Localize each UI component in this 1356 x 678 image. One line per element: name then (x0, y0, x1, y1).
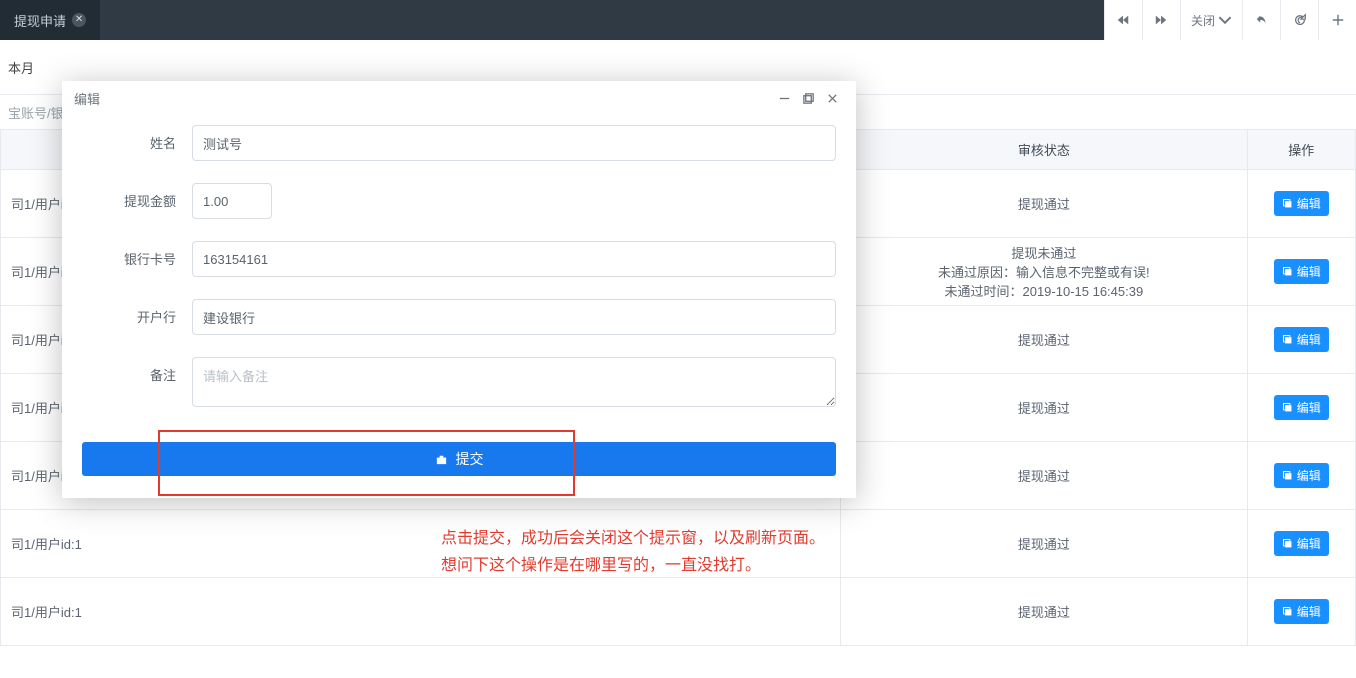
submit-button[interactable]: 提交 (82, 442, 836, 476)
rewind-icon[interactable] (1104, 0, 1142, 40)
cell-op: 编辑 (1247, 238, 1355, 306)
cell-op: 编辑 (1247, 306, 1355, 374)
copy-icon (1282, 198, 1293, 209)
col-header-status: 审核状态 (841, 130, 1248, 170)
copy-icon (1282, 266, 1293, 277)
copy-icon (1282, 402, 1293, 413)
edit-button[interactable]: 编辑 (1274, 259, 1329, 284)
label-remark: 备注 (82, 357, 192, 384)
cell-op: 编辑 (1247, 442, 1355, 510)
label-name: 姓名 (82, 125, 192, 152)
cell-status: 提现通过 (841, 578, 1248, 646)
copy-icon (1282, 470, 1293, 481)
undo-icon[interactable] (1242, 0, 1280, 40)
cell-op: 编辑 (1247, 374, 1355, 442)
table-row: 司1/用户id:1提现通过 编辑 (1, 578, 1356, 646)
input-name[interactable] (192, 125, 836, 161)
maximize-icon[interactable] (796, 86, 820, 110)
close-dropdown-label: 关闭 (1191, 12, 1215, 29)
cell-status: 提现通过 (841, 306, 1248, 374)
modal-title: 编辑 (74, 89, 772, 108)
modal-header[interactable]: 编辑 (62, 81, 856, 115)
cell-op: 编辑 (1247, 510, 1355, 578)
input-amount[interactable] (192, 183, 272, 219)
annotation-line2: 想问下这个操作是在哪里写的，一直没找打。 (441, 552, 825, 579)
edit-button[interactable]: 编辑 (1274, 327, 1329, 352)
cell-status: 提现通过 (841, 510, 1248, 578)
copy-icon (1282, 334, 1293, 345)
cell-status: 提现通过 (841, 374, 1248, 442)
copy-icon (1282, 606, 1293, 617)
cell-op: 编辑 (1247, 578, 1355, 646)
cell-info: 司1/用户id:1 (1, 578, 841, 646)
active-tab[interactable]: 提现申请 ✕ (0, 0, 100, 40)
input-card[interactable] (192, 241, 836, 277)
edit-button[interactable]: 编辑 (1274, 191, 1329, 216)
close-tab-icon[interactable]: ✕ (72, 13, 86, 27)
edit-modal: 编辑 姓名 提现金额 银行卡号 开户行 备注 (62, 81, 856, 498)
refresh-icon[interactable] (1280, 0, 1318, 40)
input-remark[interactable] (192, 357, 836, 407)
briefcase-icon (435, 453, 448, 466)
label-amount: 提现金额 (82, 183, 192, 210)
edit-button[interactable]: 编辑 (1274, 395, 1329, 420)
close-dropdown[interactable]: 关闭 (1180, 0, 1242, 40)
cell-status: 提现未通过未通过原因：输入信息不完整或有误!未通过时间：2019-10-15 1… (841, 238, 1248, 306)
label-bank: 开户行 (82, 299, 192, 326)
input-bank[interactable] (192, 299, 836, 335)
tab-label: 提现申请 (14, 11, 66, 30)
cell-status: 提现通过 (841, 442, 1248, 510)
close-icon[interactable] (820, 86, 844, 110)
copy-icon (1282, 538, 1293, 549)
month-label: 本月 (8, 58, 34, 77)
edit-button[interactable]: 编辑 (1274, 531, 1329, 556)
annotation-text: 点击提交，成功后会关闭这个提示窗，以及刷新页面。 想问下这个操作是在哪里写的，一… (441, 525, 825, 579)
cell-op: 编辑 (1247, 170, 1355, 238)
submit-label: 提交 (456, 449, 484, 469)
label-card: 银行卡号 (82, 241, 192, 268)
cell-status: 提现通过 (841, 170, 1248, 238)
plus-icon[interactable] (1318, 0, 1356, 40)
col-header-op: 操作 (1247, 130, 1355, 170)
forward-icon[interactable] (1142, 0, 1180, 40)
edit-button[interactable]: 编辑 (1274, 463, 1329, 488)
minimize-icon[interactable] (772, 86, 796, 110)
top-bar: 提现申请 ✕ 关闭 (0, 0, 1356, 40)
chevron-down-icon (1218, 13, 1232, 27)
toolbar: 关闭 (1104, 0, 1356, 40)
annotation-line1: 点击提交，成功后会关闭这个提示窗，以及刷新页面。 (441, 525, 825, 552)
edit-button[interactable]: 编辑 (1274, 599, 1329, 624)
